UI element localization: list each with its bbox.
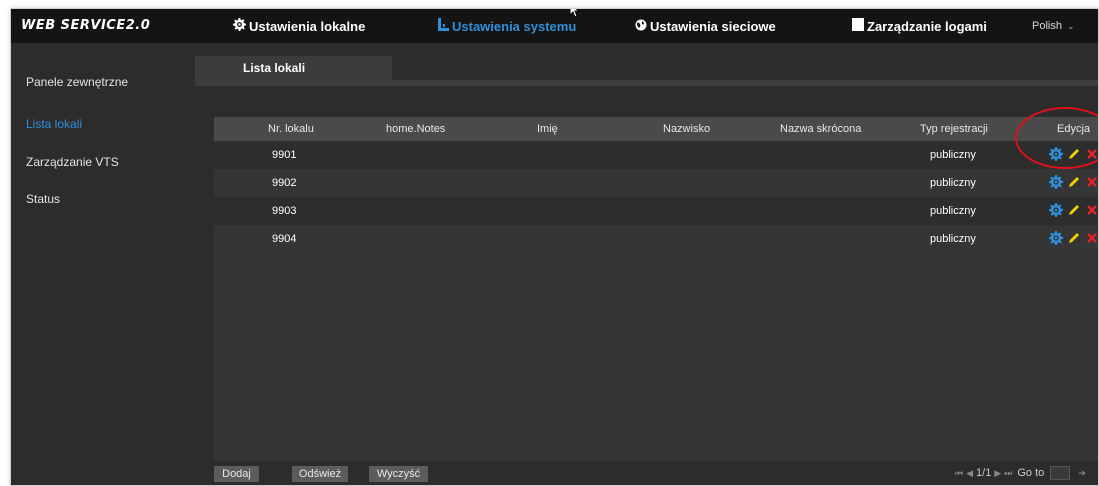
cell-number: 9903: [272, 205, 297, 217]
next-page-icon[interactable]: ▶: [994, 468, 1001, 479]
nav-logs-label: Zarządzanie logami: [867, 18, 987, 34]
cell-reg-type: publiczny: [930, 177, 976, 189]
row-actions: [1049, 175, 1098, 189]
table-row[interactable]: 9904 publiczny: [214, 225, 1098, 253]
top-bar: WEB SERVICE2.0 Ustawienia lokalne Ustawi…: [11, 9, 1098, 43]
last-page-icon[interactable]: ⏭: [1004, 468, 1012, 479]
cell-reg-type: publiczny: [930, 205, 976, 217]
settings-icon[interactable]: [1049, 203, 1063, 217]
row-actions: [1049, 231, 1098, 245]
sidebar-item-status[interactable]: Status: [26, 192, 60, 206]
table-header: Nr. lokalu home.Notes Imię Nazwisko Nazw…: [214, 117, 1098, 141]
table-row[interactable]: 9903 publiczny: [214, 197, 1098, 225]
sidebar-item-outdoor-panels[interactable]: Panele zewnętrzne: [26, 75, 128, 89]
language-label: Polish: [1032, 20, 1062, 32]
table-row[interactable]: 9902 publiczny: [214, 169, 1098, 197]
nav-local-settings[interactable]: Ustawienia lokalne: [233, 9, 365, 43]
nav-network-label: Ustawienia sieciowe: [650, 18, 776, 34]
tab-room-list[interactable]: Lista lokali: [195, 56, 392, 80]
edit-icon[interactable]: [1067, 231, 1081, 245]
app-window: WEB SERVICE2.0 Ustawienia lokalne Ustawi…: [10, 8, 1099, 486]
sidebar-item-vts-management[interactable]: Zarządzanie VTS: [26, 155, 119, 169]
goto-label: Go to: [1017, 467, 1045, 479]
column-header-reg-type: Typ rejestracji: [920, 123, 988, 135]
delete-icon[interactable]: [1085, 175, 1098, 189]
nav-local-label: Ustawienia lokalne: [249, 18, 366, 34]
goto-page-input[interactable]: [1050, 466, 1071, 480]
nav-network-settings[interactable]: Ustawienia sieciowe: [635, 9, 776, 43]
column-header-first-name: Imię: [537, 123, 558, 135]
cell-reg-type: publiczny: [930, 149, 976, 161]
bottom-bar: Dodaj Odśwież Wyczyść ⏮ ◀ 1/1 ▶ ⏭ Go to …: [214, 461, 1098, 485]
language-select[interactable]: Polish ⌄: [1032, 9, 1075, 43]
refresh-button[interactable]: Odśwież: [292, 466, 348, 482]
first-page-icon[interactable]: ⏮: [955, 468, 963, 479]
page-indicator: 1/1: [976, 467, 992, 479]
rooms-table: Nr. lokalu home.Notes Imię Nazwisko Nazw…: [214, 117, 1098, 461]
column-header-number: Nr. lokalu: [268, 123, 314, 135]
goto-arrow-icon[interactable]: ➔: [1078, 468, 1086, 479]
table-row[interactable]: 9901 publiczny: [214, 141, 1098, 169]
row-actions: [1049, 203, 1098, 217]
globe-icon: [635, 19, 647, 34]
chevron-down-icon: ⌄: [1066, 20, 1075, 31]
cell-number: 9902: [272, 177, 297, 189]
nav-system-settings[interactable]: Ustawienia systemu: [438, 9, 576, 43]
settings-icon[interactable]: [1049, 231, 1063, 245]
settings-icon[interactable]: [1049, 175, 1063, 189]
add-button[interactable]: Dodaj: [214, 466, 259, 482]
column-header-short-name: Nazwa skrócona: [780, 123, 862, 135]
edit-icon[interactable]: [1067, 203, 1081, 217]
system-icon: [438, 18, 449, 34]
sidebar: Panele zewnętrzne Lista lokali Zarządzan…: [11, 43, 181, 485]
mouse-cursor-icon: [569, 9, 581, 18]
clear-button[interactable]: Wyczyść: [369, 466, 428, 482]
delete-icon[interactable]: [1085, 231, 1098, 245]
cell-number: 9904: [272, 233, 297, 245]
delete-icon[interactable]: [1085, 203, 1098, 217]
gear-icon: [233, 18, 246, 34]
prev-page-icon[interactable]: ◀: [966, 468, 973, 479]
app-logo: WEB SERVICE2.0: [21, 18, 151, 33]
tab-underline: [195, 80, 1098, 86]
edit-icon[interactable]: [1067, 175, 1081, 189]
column-header-last-name: Nazwisko: [663, 123, 711, 135]
cell-number: 9901: [272, 149, 297, 161]
nav-log-management[interactable]: Zarządzanie logami: [852, 9, 987, 43]
nav-system-label: Ustawienia systemu: [452, 18, 577, 34]
log-icon: [852, 18, 864, 34]
cell-reg-type: publiczny: [930, 233, 976, 245]
pagination: ⏮ ◀ 1/1 ▶ ⏭ Go to ➔: [955, 466, 1086, 480]
column-header-notes: home.Notes: [386, 123, 446, 135]
sidebar-item-room-list[interactable]: Lista lokali: [26, 117, 82, 131]
